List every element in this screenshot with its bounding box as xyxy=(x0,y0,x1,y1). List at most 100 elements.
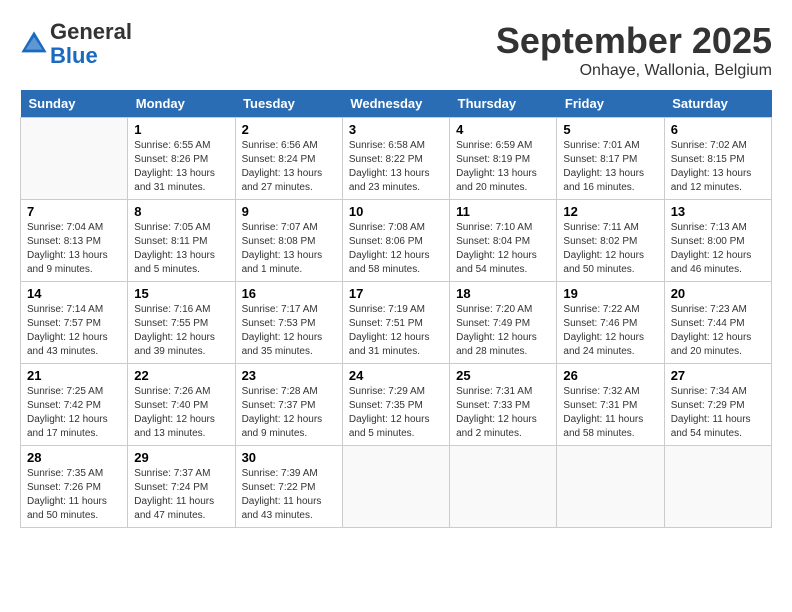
day-info: Sunrise: 6:55 AM Sunset: 8:26 PM Dayligh… xyxy=(134,139,228,195)
calendar-cell: 18 Sunrise: 7:20 AM Sunset: 7:49 PM Dayli… xyxy=(450,282,557,364)
calendar-cell xyxy=(664,446,771,528)
week-row-5: 28Sunrise: 7:35 AM Sunset: 7:26 PM Dayli… xyxy=(21,446,772,528)
day-number: 29 xyxy=(134,450,228,465)
calendar-cell: 24 Sunrise: 7:29 AM Sunset: 7:35 PM Dayli… xyxy=(342,364,449,446)
day-number: 16 xyxy=(242,286,336,301)
day-number: 25 xyxy=(456,368,550,383)
calendar-cell xyxy=(557,446,664,528)
day-info: Sunrise: 7:10 AM Sunset: 8:04 PM Dayligh… xyxy=(456,221,550,277)
week-row-1: 1 Sunrise: 6:55 AM Sunset: 8:26 PM Daylig… xyxy=(21,118,772,200)
day-number: 30 xyxy=(242,450,336,465)
day-info: Sunrise: 6:56 AM Sunset: 8:24 PM Dayligh… xyxy=(242,139,336,195)
day-info: Sunrise: 7:02 AM Sunset: 8:15 PM Dayligh… xyxy=(671,139,765,195)
calendar-cell: 17Sunrise: 7:19 AM Sunset: 7:51 PM Dayli… xyxy=(342,282,449,364)
calendar-cell: 2 Sunrise: 6:56 AM Sunset: 8:24 PM Daylig… xyxy=(235,118,342,200)
day-number: 27 xyxy=(671,368,765,383)
calendar-cell: 4 Sunrise: 6:59 AM Sunset: 8:19 PM Daylig… xyxy=(450,118,557,200)
day-info: Sunrise: 6:58 AM Sunset: 8:22 PM Dayligh… xyxy=(349,139,443,195)
day-info: Sunrise: 7:19 AM Sunset: 7:51 PM Dayligh… xyxy=(349,303,443,359)
calendar-cell: 15Sunrise: 7:16 AM Sunset: 7:55 PM Dayli… xyxy=(128,282,235,364)
day-info: Sunrise: 7:07 AM Sunset: 8:08 PM Dayligh… xyxy=(242,221,336,277)
day-info: Sunrise: 7:39 AM Sunset: 7:22 PM Dayligh… xyxy=(242,467,336,523)
day-number: 21 xyxy=(27,368,121,383)
weekday-header-saturday: Saturday xyxy=(664,90,771,118)
day-number: 12 xyxy=(563,204,657,219)
week-row-2: 7 Sunrise: 7:04 AM Sunset: 8:13 PM Daylig… xyxy=(21,200,772,282)
logo-blue: Blue xyxy=(50,43,98,68)
day-number: 9 xyxy=(242,204,336,219)
calendar-cell: 11 Sunrise: 7:10 AM Sunset: 8:04 PM Dayli… xyxy=(450,200,557,282)
day-info: Sunrise: 7:26 AM Sunset: 7:40 PM Dayligh… xyxy=(134,385,228,441)
weekday-header-thursday: Thursday xyxy=(450,90,557,118)
location: Onhaye, Wallonia, Belgium xyxy=(496,62,772,80)
day-info: Sunrise: 7:11 AM Sunset: 8:02 PM Dayligh… xyxy=(563,221,657,277)
day-number: 18 xyxy=(456,286,550,301)
logo-general: General xyxy=(50,19,132,44)
day-number: 6 xyxy=(671,122,765,137)
day-info: Sunrise: 7:08 AM Sunset: 8:06 PM Dayligh… xyxy=(349,221,443,277)
calendar-table: SundayMondayTuesdayWednesdayThursdayFrid… xyxy=(20,90,772,528)
calendar-cell: 23 Sunrise: 7:28 AM Sunset: 7:37 PM Dayli… xyxy=(235,364,342,446)
calendar-cell: 20 Sunrise: 7:23 AM Sunset: 7:44 PM Dayli… xyxy=(664,282,771,364)
day-number: 13 xyxy=(671,204,765,219)
day-number: 20 xyxy=(671,286,765,301)
day-number: 15 xyxy=(134,286,228,301)
day-number: 24 xyxy=(349,368,443,383)
day-number: 5 xyxy=(563,122,657,137)
day-info: Sunrise: 7:01 AM Sunset: 8:17 PM Dayligh… xyxy=(563,139,657,195)
day-info: Sunrise: 7:20 AM Sunset: 7:49 PM Dayligh… xyxy=(456,303,550,359)
day-info: Sunrise: 7:04 AM Sunset: 8:13 PM Dayligh… xyxy=(27,221,121,277)
day-number: 2 xyxy=(242,122,336,137)
calendar-cell: 21 Sunrise: 7:25 AM Sunset: 7:42 PM Dayli… xyxy=(21,364,128,446)
day-number: 23 xyxy=(242,368,336,383)
calendar-cell: 1 Sunrise: 6:55 AM Sunset: 8:26 PM Daylig… xyxy=(128,118,235,200)
day-info: Sunrise: 7:37 AM Sunset: 7:24 PM Dayligh… xyxy=(134,467,228,523)
calendar-cell: 28Sunrise: 7:35 AM Sunset: 7:26 PM Dayli… xyxy=(21,446,128,528)
calendar-cell: 6 Sunrise: 7:02 AM Sunset: 8:15 PM Daylig… xyxy=(664,118,771,200)
calendar-cell: 22 Sunrise: 7:26 AM Sunset: 7:40 PM Dayli… xyxy=(128,364,235,446)
day-info: Sunrise: 7:22 AM Sunset: 7:46 PM Dayligh… xyxy=(563,303,657,359)
calendar-cell: 29 Sunrise: 7:37 AM Sunset: 7:24 PM Dayli… xyxy=(128,446,235,528)
logo: General Blue xyxy=(20,20,132,68)
logo-icon xyxy=(20,30,48,58)
day-number: 10 xyxy=(349,204,443,219)
calendar-cell: 5 Sunrise: 7:01 AM Sunset: 8:17 PM Daylig… xyxy=(557,118,664,200)
day-number: 1 xyxy=(134,122,228,137)
weekday-header-monday: Monday xyxy=(128,90,235,118)
calendar-cell: 3 Sunrise: 6:58 AM Sunset: 8:22 PM Daylig… xyxy=(342,118,449,200)
weekday-header-sunday: Sunday xyxy=(21,90,128,118)
calendar-cell: 26Sunrise: 7:32 AM Sunset: 7:31 PM Dayli… xyxy=(557,364,664,446)
page-header: General Blue September 2025 Onhaye, Wall… xyxy=(20,20,772,80)
calendar-cell: 30 Sunrise: 7:39 AM Sunset: 7:22 PM Dayli… xyxy=(235,446,342,528)
title-block: September 2025 Onhaye, Wallonia, Belgium xyxy=(496,20,772,80)
day-info: Sunrise: 7:23 AM Sunset: 7:44 PM Dayligh… xyxy=(671,303,765,359)
calendar-cell: 13 Sunrise: 7:13 AM Sunset: 8:00 PM Dayli… xyxy=(664,200,771,282)
day-info: Sunrise: 7:28 AM Sunset: 7:37 PM Dayligh… xyxy=(242,385,336,441)
day-number: 3 xyxy=(349,122,443,137)
calendar-cell: 9 Sunrise: 7:07 AM Sunset: 8:08 PM Daylig… xyxy=(235,200,342,282)
day-number: 22 xyxy=(134,368,228,383)
weekday-header-row: SundayMondayTuesdayWednesdayThursdayFrid… xyxy=(21,90,772,118)
day-info: Sunrise: 7:13 AM Sunset: 8:00 PM Dayligh… xyxy=(671,221,765,277)
weekday-header-tuesday: Tuesday xyxy=(235,90,342,118)
day-info: Sunrise: 7:17 AM Sunset: 7:53 PM Dayligh… xyxy=(242,303,336,359)
calendar-cell: 14 Sunrise: 7:14 AM Sunset: 7:57 PM Dayli… xyxy=(21,282,128,364)
calendar-cell: 8Sunrise: 7:05 AM Sunset: 8:11 PM Daylig… xyxy=(128,200,235,282)
day-info: Sunrise: 7:14 AM Sunset: 7:57 PM Dayligh… xyxy=(27,303,121,359)
day-number: 11 xyxy=(456,204,550,219)
day-number: 14 xyxy=(27,286,121,301)
day-number: 7 xyxy=(27,204,121,219)
day-info: Sunrise: 7:31 AM Sunset: 7:33 PM Dayligh… xyxy=(456,385,550,441)
day-info: Sunrise: 7:29 AM Sunset: 7:35 PM Dayligh… xyxy=(349,385,443,441)
day-info: Sunrise: 7:25 AM Sunset: 7:42 PM Dayligh… xyxy=(27,385,121,441)
day-info: Sunrise: 7:05 AM Sunset: 8:11 PM Dayligh… xyxy=(134,221,228,277)
calendar-cell: 27Sunrise: 7:34 AM Sunset: 7:29 PM Dayli… xyxy=(664,364,771,446)
calendar-cell xyxy=(342,446,449,528)
day-number: 26 xyxy=(563,368,657,383)
calendar-cell: 25 Sunrise: 7:31 AM Sunset: 7:33 PM Dayli… xyxy=(450,364,557,446)
calendar-cell: 16 Sunrise: 7:17 AM Sunset: 7:53 PM Dayli… xyxy=(235,282,342,364)
day-number: 19 xyxy=(563,286,657,301)
day-number: 4 xyxy=(456,122,550,137)
day-info: Sunrise: 6:59 AM Sunset: 8:19 PM Dayligh… xyxy=(456,139,550,195)
week-row-4: 21 Sunrise: 7:25 AM Sunset: 7:42 PM Dayli… xyxy=(21,364,772,446)
